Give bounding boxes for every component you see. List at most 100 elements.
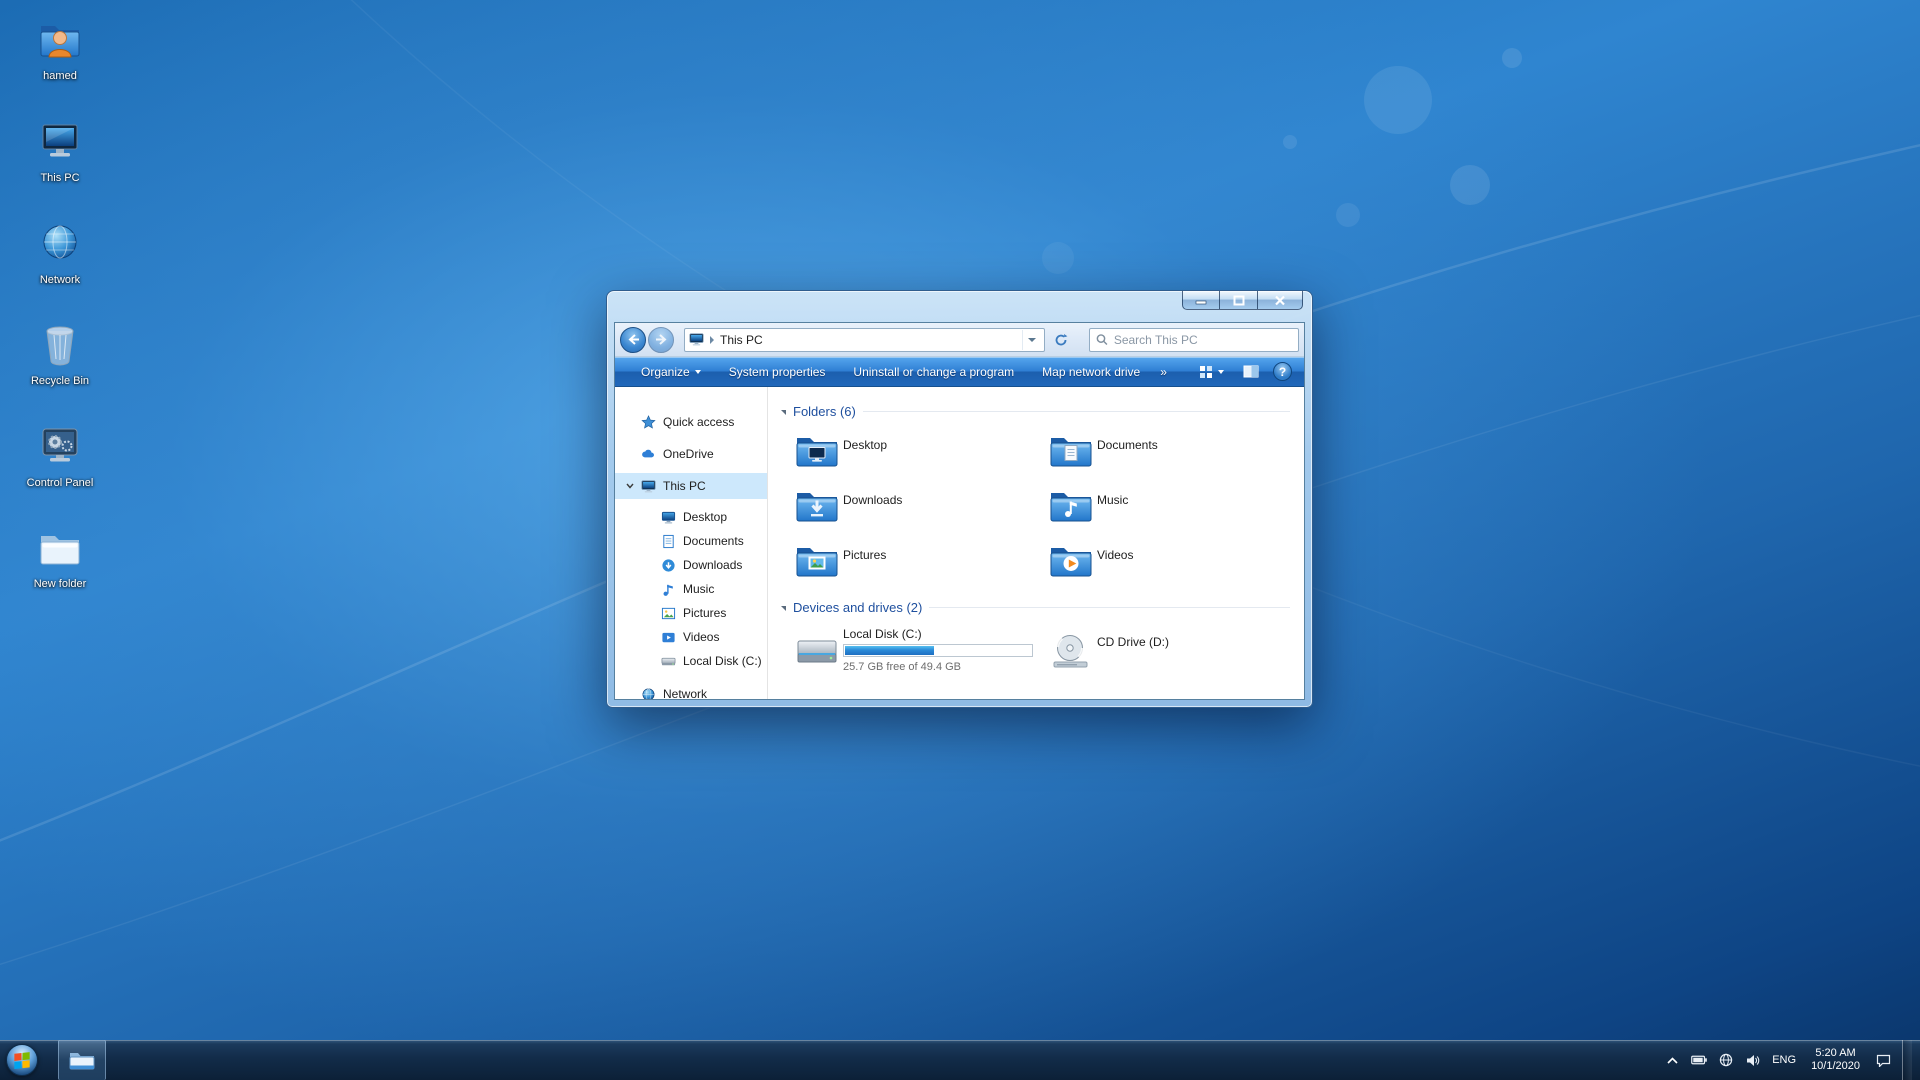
minimize-button[interactable]	[1182, 291, 1220, 310]
chevron-down-icon	[695, 370, 701, 374]
network-icon	[641, 687, 656, 700]
search-input[interactable]	[1114, 333, 1292, 347]
desktop-icon-user-files[interactable]: hamed	[14, 14, 106, 83]
this-pc-icon	[689, 332, 704, 347]
refresh-button[interactable]	[1049, 328, 1073, 352]
system-tray: ENG 5:20 AM 10/1/2020	[1664, 1040, 1920, 1080]
sidebar-item-documents[interactable]: Documents	[615, 529, 767, 553]
folder-tile-videos[interactable]: Videos	[1049, 542, 1299, 592]
navigation-bar: This PC	[615, 323, 1304, 357]
maximize-button[interactable]	[1220, 291, 1258, 310]
desktop-icon-label: Recycle Bin	[14, 375, 106, 388]
help-button[interactable]: ?	[1273, 362, 1292, 381]
sidebar-item-onedrive[interactable]: OneDrive	[615, 441, 767, 467]
document-icon	[661, 534, 676, 549]
address-dropdown-button[interactable]	[1022, 330, 1040, 350]
star-icon	[641, 415, 656, 430]
collapse-triangle-icon	[781, 606, 786, 611]
network-icon[interactable]	[1718, 1052, 1734, 1068]
back-button[interactable]	[620, 327, 646, 353]
close-button[interactable]	[1258, 291, 1303, 310]
folder-tile-desktop[interactable]: Desktop	[795, 432, 1045, 482]
clock-date: 10/1/2020	[1811, 1060, 1860, 1073]
group-header-rule	[929, 607, 1290, 608]
taskbar: ENG 5:20 AM 10/1/2020	[0, 1040, 1920, 1080]
show-desktop-button[interactable]	[1902, 1040, 1912, 1080]
sidebar-item-this-pc[interactable]: This PC	[615, 473, 767, 499]
toolbar-overflow-button[interactable]: »	[1154, 361, 1173, 383]
desktop-icon-this-pc[interactable]: This PC	[14, 116, 106, 185]
system-properties-button[interactable]: System properties	[715, 361, 840, 383]
drive-tile-cd-drive-d[interactable]: CD Drive (D:)	[1049, 627, 1301, 687]
group-header-folders[interactable]: Folders (6)	[781, 404, 1290, 419]
expanded-chevron-icon	[626, 483, 634, 489]
computer-icon	[641, 479, 656, 494]
download-icon	[661, 558, 676, 573]
back-arrow-icon	[627, 334, 640, 345]
group-header-rule	[863, 411, 1290, 412]
sidebar-item-videos[interactable]: Videos	[615, 625, 767, 649]
recycle-bin-icon	[36, 319, 84, 367]
desktop-icon-new-folder[interactable]: New folder	[14, 522, 106, 591]
uninstall-program-button[interactable]: Uninstall or change a program	[839, 361, 1028, 383]
minimize-icon	[1195, 295, 1207, 305]
forward-button[interactable]	[648, 327, 674, 353]
sidebar-item-local-disk[interactable]: Local Disk (C:)	[615, 649, 767, 673]
action-center-button[interactable]	[1875, 1052, 1891, 1068]
maximize-icon	[1233, 295, 1245, 306]
organize-button[interactable]: Organize	[627, 361, 715, 383]
taskbar-clock[interactable]: 5:20 AM 10/1/2020	[1807, 1047, 1864, 1073]
sidebar-item-pictures[interactable]: Pictures	[615, 601, 767, 625]
start-button[interactable]	[2, 1040, 42, 1080]
sidebar-item-downloads[interactable]: Downloads	[615, 553, 767, 577]
search-icon	[1096, 333, 1108, 346]
desktop-folder-icon	[795, 432, 839, 468]
address-bar[interactable]: This PC	[684, 328, 1045, 352]
action-center-icon	[1876, 1054, 1891, 1067]
sidebar-item-desktop[interactable]: Desktop	[615, 505, 767, 529]
preview-pane-button[interactable]	[1238, 361, 1264, 383]
globe-glyph	[1719, 1053, 1733, 1067]
desktop-icon-network[interactable]: Network	[14, 218, 106, 287]
group-header-devices[interactable]: Devices and drives (2)	[781, 600, 1290, 615]
hard-drive-icon	[661, 654, 676, 669]
desktop-icon-control-panel[interactable]: Control Panel	[14, 421, 106, 490]
file-explorer-icon	[69, 1049, 95, 1071]
map-network-drive-button[interactable]: Map network drive	[1028, 361, 1154, 383]
cloud-icon	[641, 447, 656, 462]
search-box[interactable]	[1089, 328, 1299, 352]
computer-icon	[36, 116, 84, 164]
chevron-up-icon	[1667, 1057, 1678, 1064]
desktop-icon-label: Network	[14, 274, 106, 287]
breadcrumb: This PC	[720, 333, 763, 347]
window-client-area: This PC	[614, 322, 1305, 700]
picture-icon	[661, 606, 676, 621]
music-folder-icon	[1049, 487, 1093, 523]
windows-logo-icon	[13, 1051, 31, 1069]
folder-tile-music[interactable]: Music	[1049, 487, 1299, 537]
hidden-icons-button[interactable]	[1664, 1052, 1680, 1068]
desktop-icon	[661, 510, 676, 525]
folder-tile-documents[interactable]: Documents	[1049, 432, 1299, 482]
taskbar-file-explorer-button[interactable]	[58, 1040, 106, 1080]
disk-free-space: 25.7 GB free of 49.4 GB	[843, 661, 961, 673]
battery-icon[interactable]	[1691, 1052, 1707, 1068]
volume-icon[interactable]	[1745, 1052, 1761, 1068]
disk-usage-fill	[845, 646, 934, 655]
music-note-icon	[661, 582, 676, 597]
command-bar: Organize System properties Uninstall or …	[615, 357, 1304, 387]
sidebar-item-music[interactable]: Music	[615, 577, 767, 601]
language-indicator[interactable]: ENG	[1772, 1054, 1796, 1066]
explorer-body: Quick access OneDrive This PC	[615, 387, 1304, 699]
video-icon	[661, 630, 676, 645]
folder-tile-pictures[interactable]: Pictures	[795, 542, 1045, 592]
sidebar-item-quick-access[interactable]: Quick access	[615, 409, 767, 435]
desktop-icon-recycle-bin[interactable]: Recycle Bin	[14, 319, 106, 388]
navigation-pane: Quick access OneDrive This PC	[615, 387, 768, 699]
sidebar-item-network[interactable]: Network	[615, 681, 767, 699]
folder-tile-downloads[interactable]: Downloads	[795, 487, 1045, 537]
battery-glyph	[1691, 1055, 1707, 1065]
items-view: Folders (6) Desktop	[769, 387, 1304, 699]
drive-tile-local-disk-c[interactable]: Local Disk (C:) 25.7 GB free of 49.4 GB	[795, 627, 1047, 687]
views-button[interactable]	[1194, 361, 1229, 383]
